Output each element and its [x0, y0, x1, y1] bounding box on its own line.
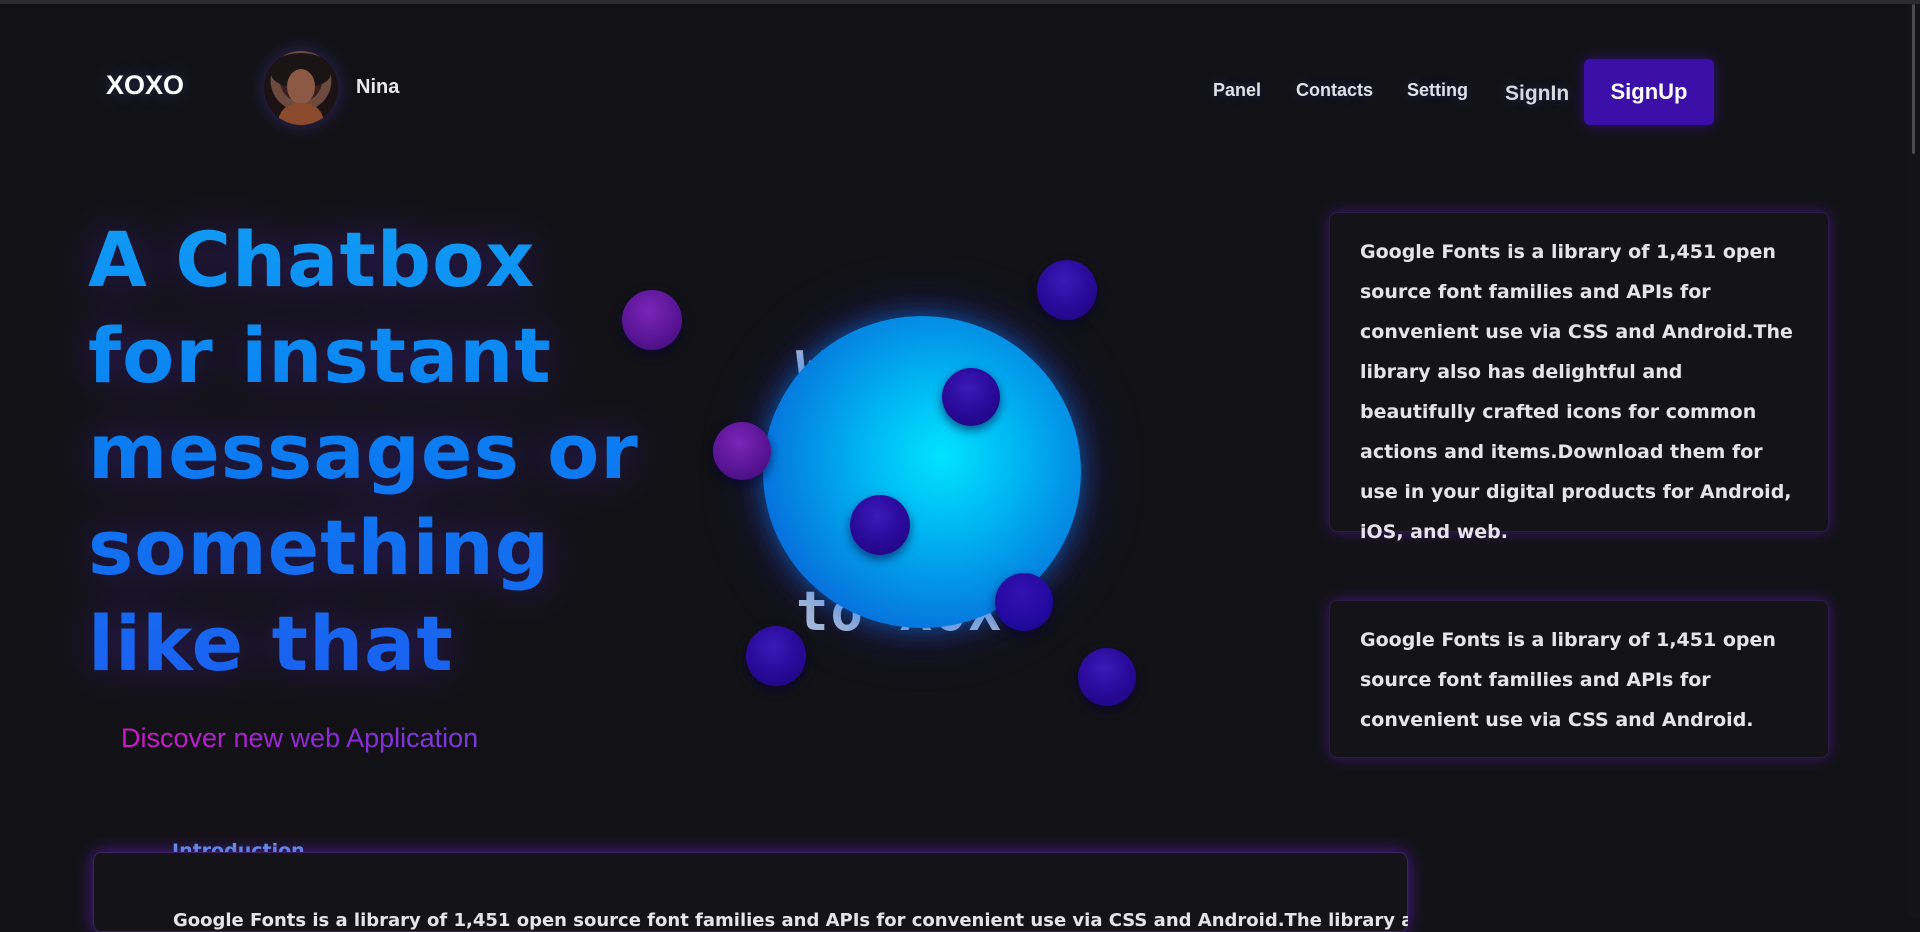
- nav-setting[interactable]: Setting: [1407, 80, 1468, 101]
- floating-orb: [942, 368, 1000, 426]
- info-card: Google Fonts is a library of 1,451 open …: [1329, 600, 1829, 758]
- floating-orb: [713, 422, 771, 480]
- signup-button[interactable]: SignUp: [1584, 59, 1714, 125]
- floating-orb: [746, 626, 806, 686]
- floating-orb: [622, 290, 682, 350]
- floating-orb: [850, 495, 910, 555]
- hero-subtitle[interactable]: Discover new web Application: [121, 723, 478, 754]
- floating-orb: [995, 573, 1053, 631]
- scrollbar-thumb[interactable]: [1912, 4, 1915, 154]
- info-card: Google Fonts is a library of 1,451 open …: [1329, 212, 1829, 543]
- page-scrollbar[interactable]: [1908, 4, 1920, 918]
- nav-panel[interactable]: Panel: [1213, 80, 1261, 101]
- browser-top-border: [0, 0, 1920, 4]
- nav-contacts[interactable]: Contacts: [1296, 80, 1373, 101]
- site-logo[interactable]: XOXO: [106, 70, 184, 101]
- signin-link[interactable]: SignIn: [1505, 82, 1569, 106]
- hero-headline: A Chatbox for instant messages or someth…: [88, 212, 688, 692]
- floating-orb: [1037, 260, 1097, 320]
- user-name[interactable]: Nina: [356, 76, 399, 99]
- floating-orb: [1078, 648, 1136, 706]
- info-card-text: Google Fonts is a library of 1,451 open …: [1360, 629, 1776, 731]
- introduction-card: Google Fonts is a library of 1,451 open …: [93, 852, 1408, 932]
- user-avatar[interactable]: [264, 51, 338, 125]
- info-card-text: Google Fonts is a library of 1,451 open …: [1360, 241, 1793, 543]
- introduction-text: Google Fonts is a library of 1,451 open …: [173, 910, 1408, 931]
